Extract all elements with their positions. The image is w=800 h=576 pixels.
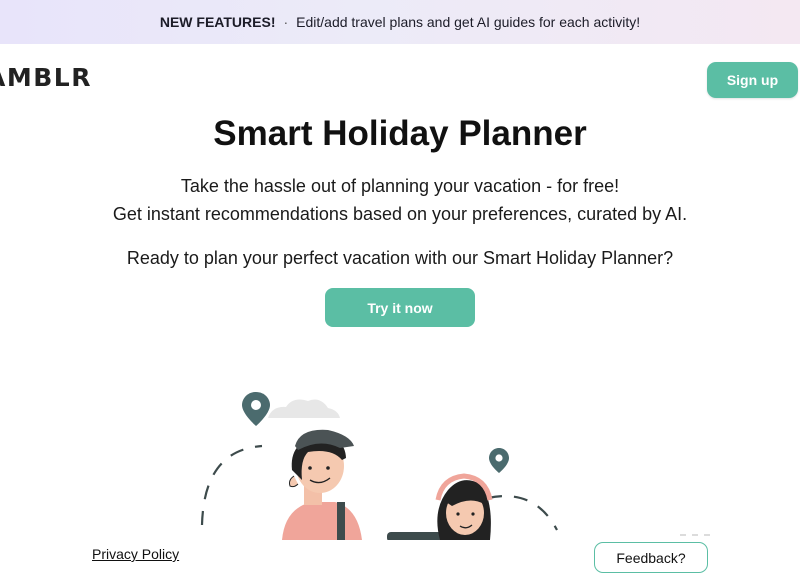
announcement-text: Edit/add travel plans and get AI guides … [296, 14, 641, 30]
try-it-now-button[interactable]: Try it now [325, 288, 475, 327]
announcement-banner[interactable]: NEW FEATURES! · Edit/add travel plans an… [0, 0, 800, 44]
page: NEW FEATURES! · Edit/add travel plans an… [0, 0, 800, 576]
location-pin-icon [489, 448, 509, 473]
announcement-tag: NEW FEATURES! [159, 14, 276, 30]
cloud-icon [268, 399, 340, 418]
brand-logo[interactable]: AMBLR [0, 63, 92, 92]
dashed-route-path [200, 444, 263, 526]
hero-illustration [200, 392, 715, 540]
traveler-man [282, 429, 362, 540]
feedback-button[interactable]: Feedback? [594, 542, 708, 573]
suitcase [387, 532, 442, 540]
hero-subtitle-line1: Take the hassle out of planning your vac… [180, 176, 620, 196]
dashed-route-path [487, 494, 558, 531]
hero-subtitle-line2: Get instant recommendations based on you… [112, 204, 688, 224]
signup-button[interactable]: Sign up [707, 62, 798, 98]
traveler-woman [435, 473, 493, 540]
announcement-separator: · [283, 14, 289, 30]
cta-prompt: Ready to plan your perfect vacation with… [126, 248, 674, 268]
privacy-policy-link[interactable]: Privacy Policy [92, 546, 179, 562]
page-title: Smart Holiday Planner [213, 114, 587, 153]
location-pin-icon [242, 392, 270, 426]
